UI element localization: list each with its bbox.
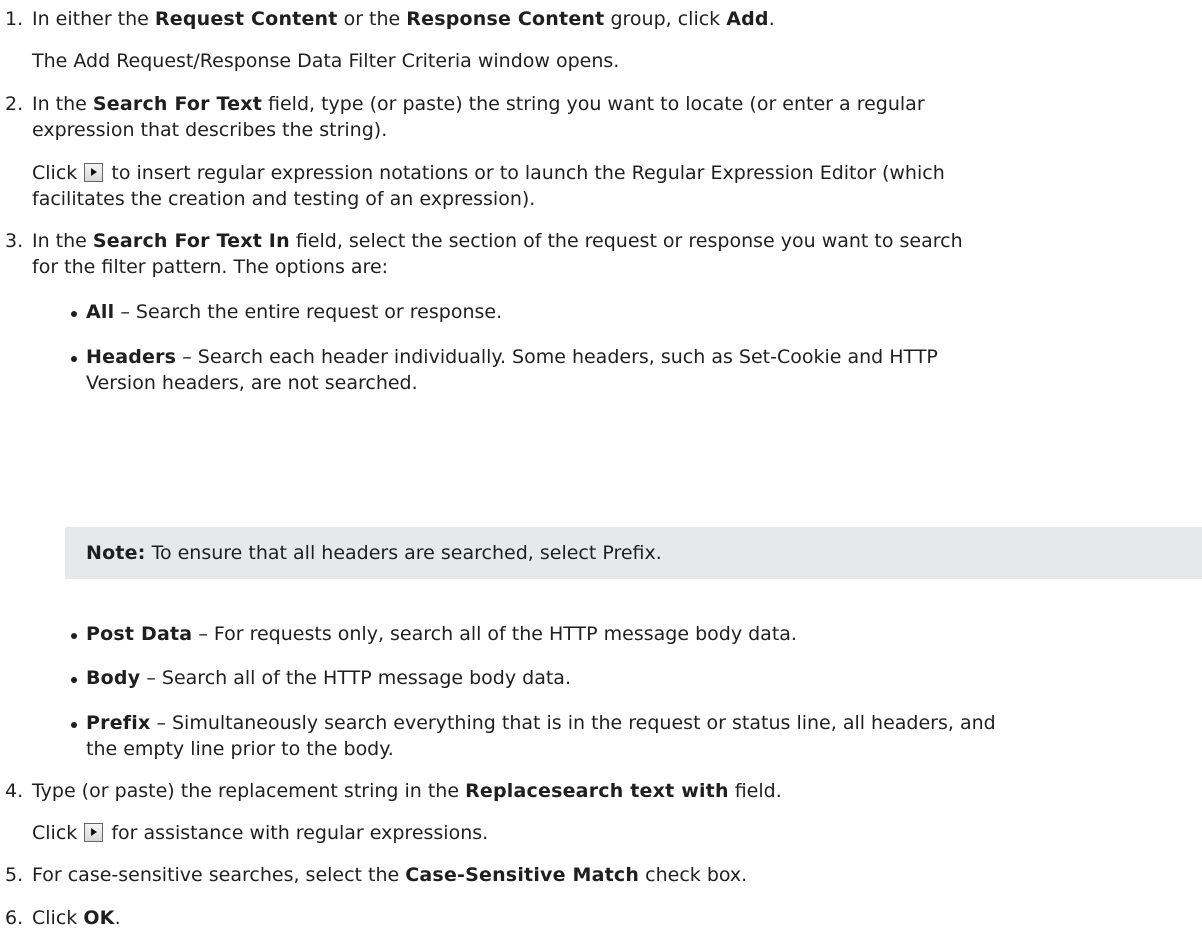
step-text: for assistance with regular expressions. <box>105 822 489 844</box>
step-text: . <box>114 907 121 929</box>
play-arrow-icon <box>84 823 104 842</box>
option-desc: – Search each header individually. Some … <box>176 346 938 368</box>
bullet <box>71 633 77 639</box>
ui-term-request-content: Request Content <box>154 8 338 30</box>
option-prefix: Prefix – Simultaneously search everythin… <box>86 710 996 736</box>
step-text: field. <box>728 780 782 802</box>
option-label: All <box>86 301 115 323</box>
ui-term-response-content: Response Content <box>406 8 605 30</box>
step-text: In either the <box>32 8 155 30</box>
step-number: 1. <box>5 8 24 30</box>
step-text: field, select the section of the request… <box>289 230 963 252</box>
option-headers: Headers – Search each header individuall… <box>86 344 938 370</box>
step-number: 2. <box>5 93 24 115</box>
option-desc: – Search the entire request or response. <box>114 301 503 323</box>
step-text: . <box>768 8 775 30</box>
option-desc: Version headers, are not searched. <box>86 372 418 394</box>
ui-term-search-for-text: Search For Text <box>92 93 262 115</box>
step-number: 3. <box>5 230 24 252</box>
option-desc: – For requests only, search all of the H… <box>192 623 797 645</box>
ui-term-add: Add <box>726 8 769 30</box>
option-all: All – Search the entire request or respo… <box>86 299 502 325</box>
ui-term-case-sensitive-match: Case-Sensitive Match <box>405 864 640 886</box>
note: Note: To ensure that all headers are sea… <box>86 540 662 566</box>
step-text: check box. <box>639 864 748 886</box>
option-label: Headers <box>86 346 177 368</box>
option-post-data: Post Data – For requests only, search al… <box>86 621 797 647</box>
step-text: or the <box>337 8 407 30</box>
option-desc: – Search all of the HTTP message body da… <box>140 667 571 689</box>
option-desc: the empty line prior to the body. <box>86 738 394 760</box>
bullet <box>71 677 77 683</box>
option-label: Body <box>86 667 141 689</box>
step-text: Type (or paste) the replacement string i… <box>32 780 466 802</box>
step-number: 4. <box>5 780 24 802</box>
step-text: In the <box>32 230 93 252</box>
step-1-result: The Add Request/Response Data Filter Cri… <box>32 50 620 72</box>
option-label: Prefix <box>86 712 151 734</box>
step-4-click: Click for assistance with regular expres… <box>32 820 488 846</box>
play-arrow-icon <box>84 163 104 182</box>
step-text: For case-sensitive searches, select the <box>32 864 406 886</box>
bullet <box>71 311 77 317</box>
option-label: Post Data <box>86 623 193 645</box>
option-desc: – Simultaneously search everything that … <box>150 712 996 734</box>
note-label: Note: <box>86 542 146 564</box>
note-text: To ensure that all headers are searched,… <box>145 542 662 564</box>
step-text: In the <box>32 93 93 115</box>
step-number: 5. <box>5 864 24 886</box>
step-text: group, click <box>604 8 727 30</box>
ui-term-replace-search-text-with: Replacesearch text with <box>465 780 729 802</box>
step-number: 6. <box>5 907 24 929</box>
step-2-click: Click to insert regular expression notat… <box>32 160 945 186</box>
ui-term-ok: OK <box>83 907 115 929</box>
step-text: to insert regular expression notations o… <box>105 162 945 184</box>
bullet <box>71 722 77 728</box>
step-text: Click <box>32 822 84 844</box>
step-text: for the filter pattern. The options are: <box>32 256 389 278</box>
step-text: Click <box>32 907 84 929</box>
bullet <box>71 356 77 362</box>
ui-term-search-for-text-in: Search For Text In <box>92 230 290 252</box>
option-body: Body – Search all of the HTTP message bo… <box>86 665 571 691</box>
step-text: facilitates the creation and testing of … <box>32 188 536 210</box>
step-text: Click <box>32 162 84 184</box>
step-text: expression that describes the string). <box>32 119 388 141</box>
step-text: field, type (or paste) the string you wa… <box>261 93 925 115</box>
procedure-document: 1. In either the Request Content or the … <box>0 0 1202 929</box>
